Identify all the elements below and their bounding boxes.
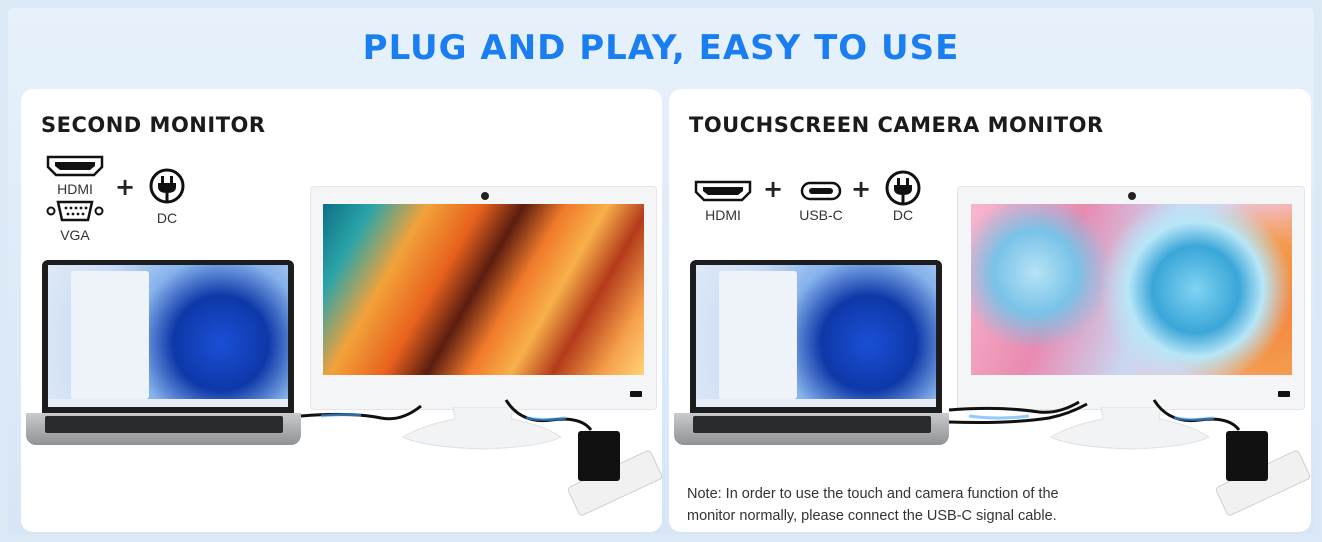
power-led xyxy=(1278,391,1290,397)
webcam xyxy=(481,192,489,200)
usb-c-note: Note: In order to use the touch and came… xyxy=(687,483,1187,527)
power-led xyxy=(630,391,642,397)
usb-c-label: USB-C xyxy=(799,207,843,223)
page-title: PLUG AND PLAY, EASY TO USE xyxy=(362,28,960,68)
laptop-keyboard xyxy=(45,416,283,433)
panel-heading: SECOND MONITOR xyxy=(41,113,266,137)
cables xyxy=(300,399,593,431)
note-line-1: Note: In order to use the touch and came… xyxy=(687,486,1059,502)
usb-c-port-icon xyxy=(800,181,842,201)
hdmi-label: HDMI xyxy=(57,181,93,197)
plus-icon: + xyxy=(851,175,872,203)
touchscreen-camera-monitor-panel: TOUCHSCREEN CAMERA MONITOR HDMI + USB-C … xyxy=(669,89,1311,532)
dc-power-icon xyxy=(885,170,921,206)
cables xyxy=(948,399,1241,431)
panel-heading: TOUCHSCREEN CAMERA MONITOR xyxy=(689,113,1104,137)
taskbar xyxy=(48,399,288,407)
hdmi-port-icon xyxy=(694,180,752,202)
monitor-screen xyxy=(971,204,1292,375)
monitor-screen xyxy=(323,204,644,375)
plus-icon: + xyxy=(115,173,136,201)
taskbar xyxy=(696,399,936,407)
power-adapter xyxy=(1226,431,1268,481)
external-monitor xyxy=(310,186,657,410)
laptop-screen xyxy=(696,265,936,407)
note-line-2: monitor normally, please connect the USB… xyxy=(687,508,1057,524)
plus-icon: + xyxy=(763,175,784,203)
vga-label: VGA xyxy=(60,227,90,243)
hdmi-port-icon xyxy=(46,155,104,177)
laptop-keyboard xyxy=(693,416,931,433)
power-adapter xyxy=(578,431,620,481)
widgets-panel xyxy=(71,271,149,399)
second-monitor-panel: SECOND MONITOR HDMI VGA + DC xyxy=(21,89,662,532)
dc-label: DC xyxy=(156,210,178,226)
laptop-screen xyxy=(48,265,288,407)
hdmi-label: HDMI xyxy=(705,207,741,223)
webcam xyxy=(1128,192,1136,200)
dc-label: DC xyxy=(892,207,914,223)
dc-power-icon xyxy=(149,168,185,204)
touchscreen-monitor xyxy=(957,186,1305,410)
widgets-panel xyxy=(719,271,797,399)
vga-port-icon xyxy=(46,200,104,222)
